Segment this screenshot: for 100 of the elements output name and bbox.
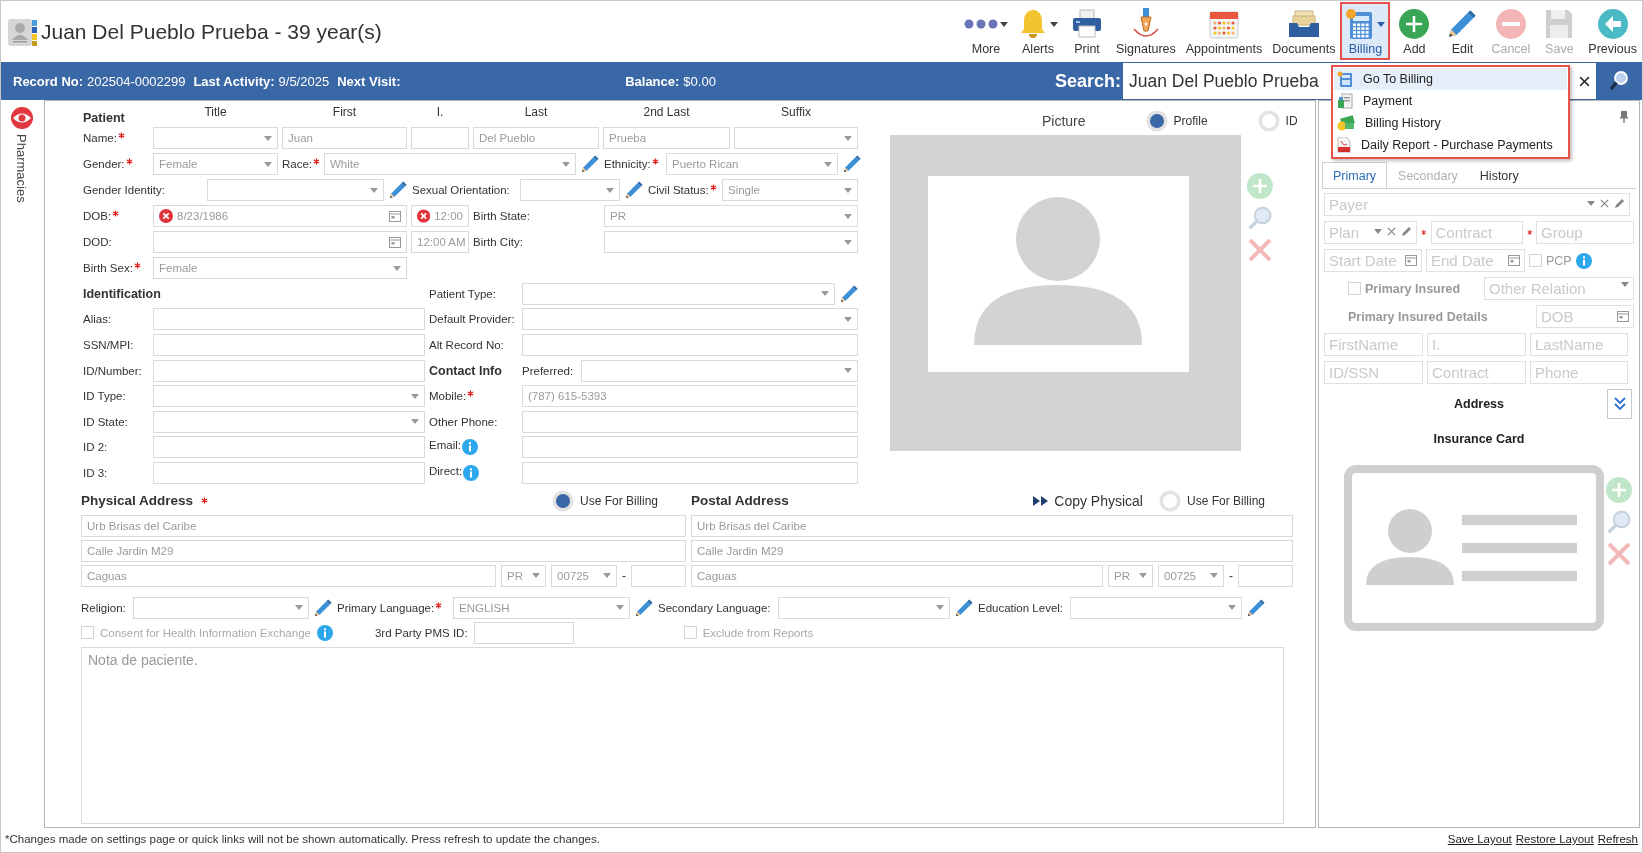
text-field[interactable]: Juan	[282, 127, 407, 149]
text-field[interactable]	[153, 359, 425, 382]
toolbar-button[interactable]: Previous	[1583, 2, 1642, 60]
dropdown[interactable]	[581, 359, 858, 382]
info-icon[interactable]	[461, 439, 478, 456]
caret-icon	[1210, 573, 1218, 579]
clear-icon[interactable]	[1579, 75, 1590, 87]
link[interactable]: Save Layout	[1447, 833, 1512, 845]
calendar-icon	[1617, 310, 1629, 322]
pencil-icon[interactable]	[839, 283, 859, 304]
text-field[interactable]	[153, 461, 425, 484]
dropdown[interactable]: ENGLISH	[453, 596, 630, 619]
zoom-icon[interactable]	[1247, 205, 1273, 231]
checkbox[interactable]	[81, 626, 94, 640]
dropdown[interactable]: Female	[153, 153, 278, 175]
info-icon[interactable]	[1575, 252, 1592, 269]
time-field[interactable]: 12:00 AM	[411, 231, 469, 253]
toolbar-button[interactable]: Appointments	[1180, 2, 1268, 60]
dropdown[interactable]	[153, 127, 278, 149]
side-tab[interactable]: Pharmacies	[9, 106, 34, 203]
checkbox[interactable]	[683, 626, 697, 640]
text-field[interactable]: Calle Jardin M29	[81, 539, 686, 562]
radio-button[interactable]	[1257, 110, 1280, 132]
field-label: Alt Record No:	[429, 339, 504, 351]
pencil-icon[interactable]	[634, 597, 654, 618]
pencil-icon[interactable]	[954, 597, 974, 618]
add-icon[interactable]	[1606, 477, 1632, 503]
pencil-icon[interactable]	[313, 597, 333, 618]
text-field[interactable]: Calle Jardin M29	[691, 539, 1293, 562]
pin-icon[interactable]	[1620, 111, 1628, 123]
zoom-icon[interactable]	[1606, 509, 1632, 535]
field-label: Race:	[282, 158, 313, 170]
pencil-icon[interactable]	[1614, 198, 1625, 209]
time-field[interactable]: 12:00	[411, 205, 469, 227]
text-field[interactable]: (787) 615-5393	[522, 385, 858, 408]
text-field[interactable]	[522, 410, 858, 433]
dropdown[interactable]: PR	[1108, 564, 1153, 587]
radio-button[interactable]	[1145, 110, 1168, 132]
caret-icon	[1000, 21, 1008, 27]
toolbar-button[interactable]: Documents	[1267, 2, 1341, 60]
dropdown[interactable]: PR	[501, 564, 546, 587]
text-field[interactable]	[153, 436, 425, 459]
text-field[interactable]	[1238, 564, 1293, 587]
pencil-icon[interactable]	[388, 180, 408, 200]
text-field[interactable]	[473, 621, 574, 644]
menu-item[interactable]: Go To Billing	[1334, 68, 1567, 90]
toolbar-button[interactable]: Signatures	[1111, 2, 1181, 60]
pencil-icon[interactable]	[580, 154, 600, 174]
info-icon[interactable]	[463, 464, 480, 481]
text-field[interactable]	[631, 564, 686, 587]
dropdown[interactable]	[734, 127, 858, 149]
toolbar-button[interactable]: Billing	[1340, 2, 1391, 60]
checkbox[interactable]	[1529, 254, 1542, 267]
checkbox[interactable]	[1348, 282, 1361, 295]
text-field[interactable]	[522, 461, 858, 484]
link[interactable]: Refresh	[1597, 833, 1638, 845]
pencil-icon[interactable]	[1401, 226, 1412, 237]
text-field[interactable]: Prueba	[603, 127, 730, 149]
date-field[interactable]: 8/23/1986	[153, 205, 407, 227]
link[interactable]: Restore Layout	[1515, 833, 1594, 845]
copy-button[interactable]: Copy Physical	[1033, 492, 1143, 509]
pencil-icon[interactable]	[624, 180, 644, 200]
toolbar-button[interactable]: Add	[1390, 2, 1439, 60]
pencil-icon[interactable]	[842, 154, 862, 174]
text-field[interactable]: Caguas	[691, 564, 1103, 587]
dropdown[interactable]: Puerto Rican	[666, 153, 838, 175]
text-field[interactable]	[522, 334, 858, 356]
dropdown[interactable]	[153, 385, 425, 408]
text-field[interactable]: Caguas	[81, 564, 496, 587]
dropdown[interactable]: 00725	[1158, 564, 1224, 587]
toolbar-button[interactable]: Edit	[1438, 2, 1487, 60]
text-field[interactable]	[522, 436, 858, 459]
dropdown[interactable]: Single	[722, 179, 858, 201]
dropdown[interactable]: Female	[153, 257, 407, 279]
tab[interactable]: Primary	[1322, 162, 1388, 188]
toolbar-button[interactable]: More	[959, 2, 1013, 60]
text-field[interactable]	[153, 308, 425, 331]
delete-icon[interactable]	[1247, 237, 1273, 263]
expand-button[interactable]	[1607, 389, 1632, 419]
text-field[interactable]	[153, 334, 425, 356]
dropdown[interactable]: PR	[604, 205, 858, 227]
dropdown[interactable]: 00725	[551, 564, 617, 587]
radio-button[interactable]	[1158, 489, 1181, 512]
text-field[interactable]: Urb Brisas del Caribe	[81, 514, 686, 537]
text-field[interactable]	[411, 127, 469, 149]
toolbar-button[interactable]: Print	[1063, 2, 1111, 60]
dropdown[interactable]	[153, 410, 425, 433]
date-field[interactable]	[153, 231, 407, 253]
tab[interactable]: History	[1468, 162, 1530, 188]
pencil-icon[interactable]	[1246, 597, 1266, 618]
radio-button[interactable]	[551, 489, 574, 512]
dropdown[interactable]: White	[324, 153, 576, 175]
notes-field[interactable]: Nota de paciente.	[81, 646, 1284, 824]
text-field[interactable]: Del Pueblo	[473, 127, 599, 149]
text-field[interactable]: Urb Brisas del Caribe	[691, 514, 1293, 537]
info-icon[interactable]	[316, 624, 333, 641]
toolbar-button[interactable]: Alerts	[1013, 2, 1063, 60]
dropdown[interactable]	[604, 231, 858, 253]
add-icon[interactable]	[1247, 173, 1273, 199]
delete-icon[interactable]	[1606, 541, 1632, 567]
